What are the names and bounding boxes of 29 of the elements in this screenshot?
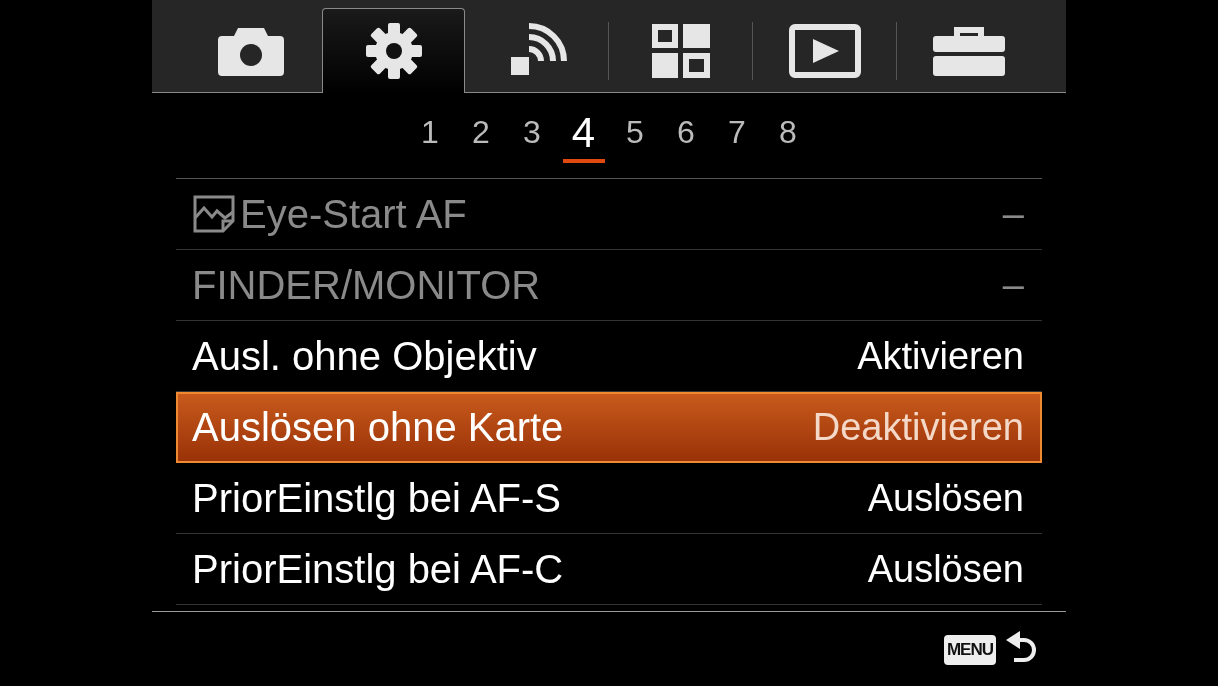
setting-label: PriorEinstlg bei AF-S bbox=[192, 475, 562, 521]
setting-value: – bbox=[1002, 192, 1024, 236]
setting-value: Auslösen bbox=[867, 476, 1024, 520]
setting-label: Eye-Start AF bbox=[240, 191, 467, 237]
setting-value: Auslösen bbox=[867, 547, 1024, 591]
page-number[interactable]: 5 bbox=[609, 114, 661, 163]
settings-icon bbox=[364, 22, 423, 80]
setting-label: Ausl. ohne Objektiv bbox=[192, 333, 537, 379]
setting-label: FINDER/MONITOR bbox=[192, 262, 541, 308]
playback-icon bbox=[788, 23, 861, 78]
page-number[interactable]: 1 bbox=[404, 114, 456, 163]
menu-tab[interactable] bbox=[322, 8, 465, 93]
setting-value: Aktivieren bbox=[857, 334, 1024, 378]
page-number[interactable]: 8 bbox=[762, 114, 814, 163]
setting-value: – bbox=[1002, 263, 1024, 307]
menu-row[interactable]: PriorEinstlg bei AF-C Auslösen bbox=[176, 534, 1042, 605]
menu-row[interactable]: Auslösen ohne Karte Deaktivieren bbox=[176, 392, 1042, 463]
page-number[interactable]: 3 bbox=[506, 114, 558, 163]
menu-key: MENU bbox=[943, 635, 996, 665]
page-number[interactable]: 2 bbox=[455, 114, 507, 163]
page-number[interactable]: 7 bbox=[711, 114, 763, 163]
page-number[interactable]: 4 bbox=[562, 108, 605, 163]
setting-label: Auslösen ohne Karte bbox=[192, 405, 564, 450]
page-number[interactable]: 6 bbox=[660, 114, 712, 163]
setting-value: Deaktivieren bbox=[812, 406, 1024, 449]
menu-row[interactable]: PriorEinstlg bei AF-S Auslösen bbox=[176, 463, 1042, 534]
picture-frame-icon bbox=[192, 194, 236, 234]
grid-icon bbox=[651, 23, 710, 78]
setting-label: PriorEinstlg bei AF-C bbox=[192, 546, 564, 592]
